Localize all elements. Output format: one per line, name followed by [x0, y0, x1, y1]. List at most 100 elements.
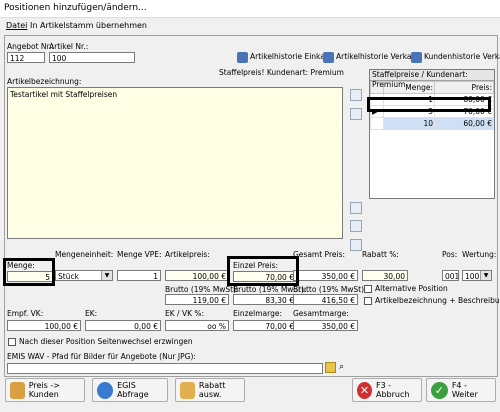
egis-abfrage-label: EGIS Abfrage [117, 381, 149, 399]
brutto-label-1: Brutto (19% MwSt): [165, 285, 239, 294]
artikelpreis-label: Artikelpreis: [165, 250, 210, 259]
artikel-field[interactable]: 100 [49, 52, 135, 63]
window-title: Positionen hinzufügen/ändern... [4, 3, 147, 13]
artikelbezeichnung-beschreibung-label: Artikelbezeichnung + Beschreibung [375, 296, 500, 305]
main-panel: Angebot Nr.: 112 Artikel Nr.: 100 Artike… [4, 35, 500, 377]
menge-label: Menge: [7, 261, 35, 270]
check-icon: ✓ [431, 381, 448, 399]
alternative-position-label: Alternative Position [375, 284, 448, 293]
pos-field[interactable]: 001 [442, 270, 459, 281]
einzelmarge-field[interactable]: 70,00 € [233, 320, 297, 331]
staffelpreise-title: Staffelpreise / Kundenart: Premium [370, 70, 494, 89]
seitenwechsel-label: Nach dieser Position Seitenwechsel erzwi… [19, 337, 193, 346]
staffel-preis-cell: 70,00 € [434, 105, 494, 118]
rabatt-auswahl-label: Rabatt ausw. [198, 381, 226, 399]
menge-vpe-label: Menge VPE: [117, 250, 162, 259]
kundenhistorie-verkauf-label: Kundenhistorie Verkauf [424, 52, 500, 61]
text-tool-icon-2[interactable] [350, 108, 362, 120]
rabatt-label: Rabatt %: [362, 250, 399, 259]
abbruch-button[interactable]: ✕ F3 - Abbruch [352, 378, 422, 402]
menu-bar: Datei In Artikelstamm übernehmen [0, 18, 500, 33]
table-row-selected[interactable]: ▶ 5 70,00 € [370, 105, 494, 118]
cancel-icon: ✕ [357, 381, 372, 399]
ek-field[interactable]: 0,00 € [85, 320, 161, 331]
mengeneinheit-label: Mengeneinheit: [55, 250, 114, 259]
artikelhistorie-einkauf-label: Artikelhistorie Einkauf [250, 52, 333, 61]
artikelbezeichnung-beschreibung-checkbox[interactable] [364, 297, 372, 305]
abbruch-label: F3 - Abbruch [375, 381, 410, 399]
kundenhistorie-verkauf-button[interactable]: Kundenhistorie Verkauf [411, 50, 500, 64]
weiter-button[interactable]: ✓ F4 - Weiter [426, 378, 496, 402]
staffel-preis-cell: 80,00 € [434, 93, 494, 106]
brutto-field-2[interactable]: 83,30 € [233, 294, 297, 305]
brutto-label-3: Brutto (19% MwSt): [293, 285, 367, 294]
gesamtpreis-field[interactable]: 350,00 € [293, 270, 358, 281]
mengeneinheit-value: Stück [58, 272, 79, 281]
artikelhistorie-verkauf-button[interactable]: Artikelhistorie Verkauf [323, 50, 419, 64]
seitenwechsel-checkbox[interactable] [8, 338, 16, 346]
gesamtpreis-label: Gesamt Preis: [293, 250, 346, 259]
emis-path-field[interactable] [7, 363, 323, 374]
brutto-field-3[interactable]: 416,50 € [293, 294, 358, 305]
history-icon [411, 51, 422, 63]
einzelmarge-label: Einzelmarge: [233, 309, 282, 318]
menu-artikelstamm[interactable]: In Artikelstamm übernehmen [30, 21, 147, 30]
angebot-field[interactable]: 112 [7, 52, 45, 63]
menge-vpe-field[interactable]: 1 [117, 270, 161, 281]
mengeneinheit-select[interactable]: Stück ▼ [55, 270, 113, 281]
angebot-label: Angebot Nr.: [7, 42, 54, 51]
folder-icon[interactable] [325, 362, 336, 373]
table-row[interactable]: 10 60,00 € [370, 117, 494, 130]
artikelbezeichnung-textarea[interactable]: Testartikel mit Staffelpreisen [7, 87, 343, 239]
ek-vk-label: EK / VK %: [165, 309, 205, 318]
artikelhistorie-einkauf-button[interactable]: Artikelhistorie Einkauf [237, 50, 332, 64]
empf-vk-label: Empf. VK: [7, 309, 44, 318]
text-tool-icon[interactable] [350, 89, 362, 101]
edit-icon[interactable] [350, 202, 362, 214]
empf-vk-field[interactable]: 100,00 € [7, 320, 81, 331]
egis-abfrage-button[interactable]: EGIS Abfrage [92, 378, 168, 402]
preis-kunden-button[interactable]: Preis -> Kunden [5, 378, 85, 402]
preis-kunden-label: Preis -> Kunden [28, 381, 60, 399]
pos-label: Pos: [442, 250, 458, 259]
artikelbezeichnung-label: Artikelbezeichnung: [7, 77, 82, 86]
ek-vk-field[interactable]: oo % [165, 320, 229, 331]
row-pointer-icon: ▶ [370, 105, 384, 118]
table-row[interactable]: 1 80,00 € [370, 93, 494, 106]
staffel-menge-cell: 1 [383, 93, 435, 106]
discount-icon [180, 381, 195, 399]
globe-icon [97, 381, 114, 399]
wertung-select[interactable]: 100 ▼ [462, 270, 492, 281]
wertung-value: 100 [465, 272, 480, 281]
artikelhistorie-verkauf-label: Artikelhistorie Verkauf [336, 52, 419, 61]
ek-label: EK: [85, 309, 98, 318]
wertung-label: Wertung: [462, 250, 497, 259]
einzelpreis-label: Einzel Preis: [233, 261, 279, 270]
staffel-menge-cell: 5 [383, 105, 435, 118]
price-icon [10, 381, 25, 399]
staffelpreise-grid[interactable]: Staffelpreise / Kundenart: Premium Menge… [369, 69, 495, 199]
chevron-down-icon[interactable]: ▼ [101, 271, 112, 280]
chevron-down-icon[interactable]: ▼ [480, 271, 491, 280]
weiter-label: F4 - Weiter [451, 381, 478, 399]
staffelpreis-info: Staffelpreis! Kundenart: Premium [219, 68, 344, 77]
history-icon [323, 51, 334, 63]
tool-icon-2[interactable] [350, 239, 362, 251]
rabatt-auswahl-button[interactable]: Rabatt ausw. [175, 378, 245, 402]
staffel-preis-cell: 60,00 € [434, 117, 494, 130]
rabatt-field[interactable]: 30,00 [362, 270, 408, 281]
search-icon[interactable]: ⌕ [339, 362, 350, 373]
staffel-menge-cell: 10 [383, 117, 435, 130]
menu-datei[interactable]: Datei [6, 21, 27, 30]
artikelpreis-field[interactable]: 100,00 € [165, 270, 229, 281]
staffel-col-preis: Preis: [434, 81, 494, 94]
gesamtmarge-field[interactable]: 350,00 € [293, 320, 358, 331]
einzelpreis-field[interactable]: 70,00 € [233, 271, 297, 282]
alternative-position-checkbox[interactable] [364, 285, 372, 293]
brutto-field-1[interactable]: 119,00 € [165, 294, 229, 305]
menge-field[interactable]: 5 [7, 271, 53, 282]
tool-icon[interactable] [350, 220, 362, 232]
gesamtmarge-label: Gesamtmarge: [293, 309, 349, 318]
artikel-label: Artikel Nr.: [49, 42, 89, 51]
title-bar: Positionen hinzufügen/ändern... [0, 0, 500, 18]
